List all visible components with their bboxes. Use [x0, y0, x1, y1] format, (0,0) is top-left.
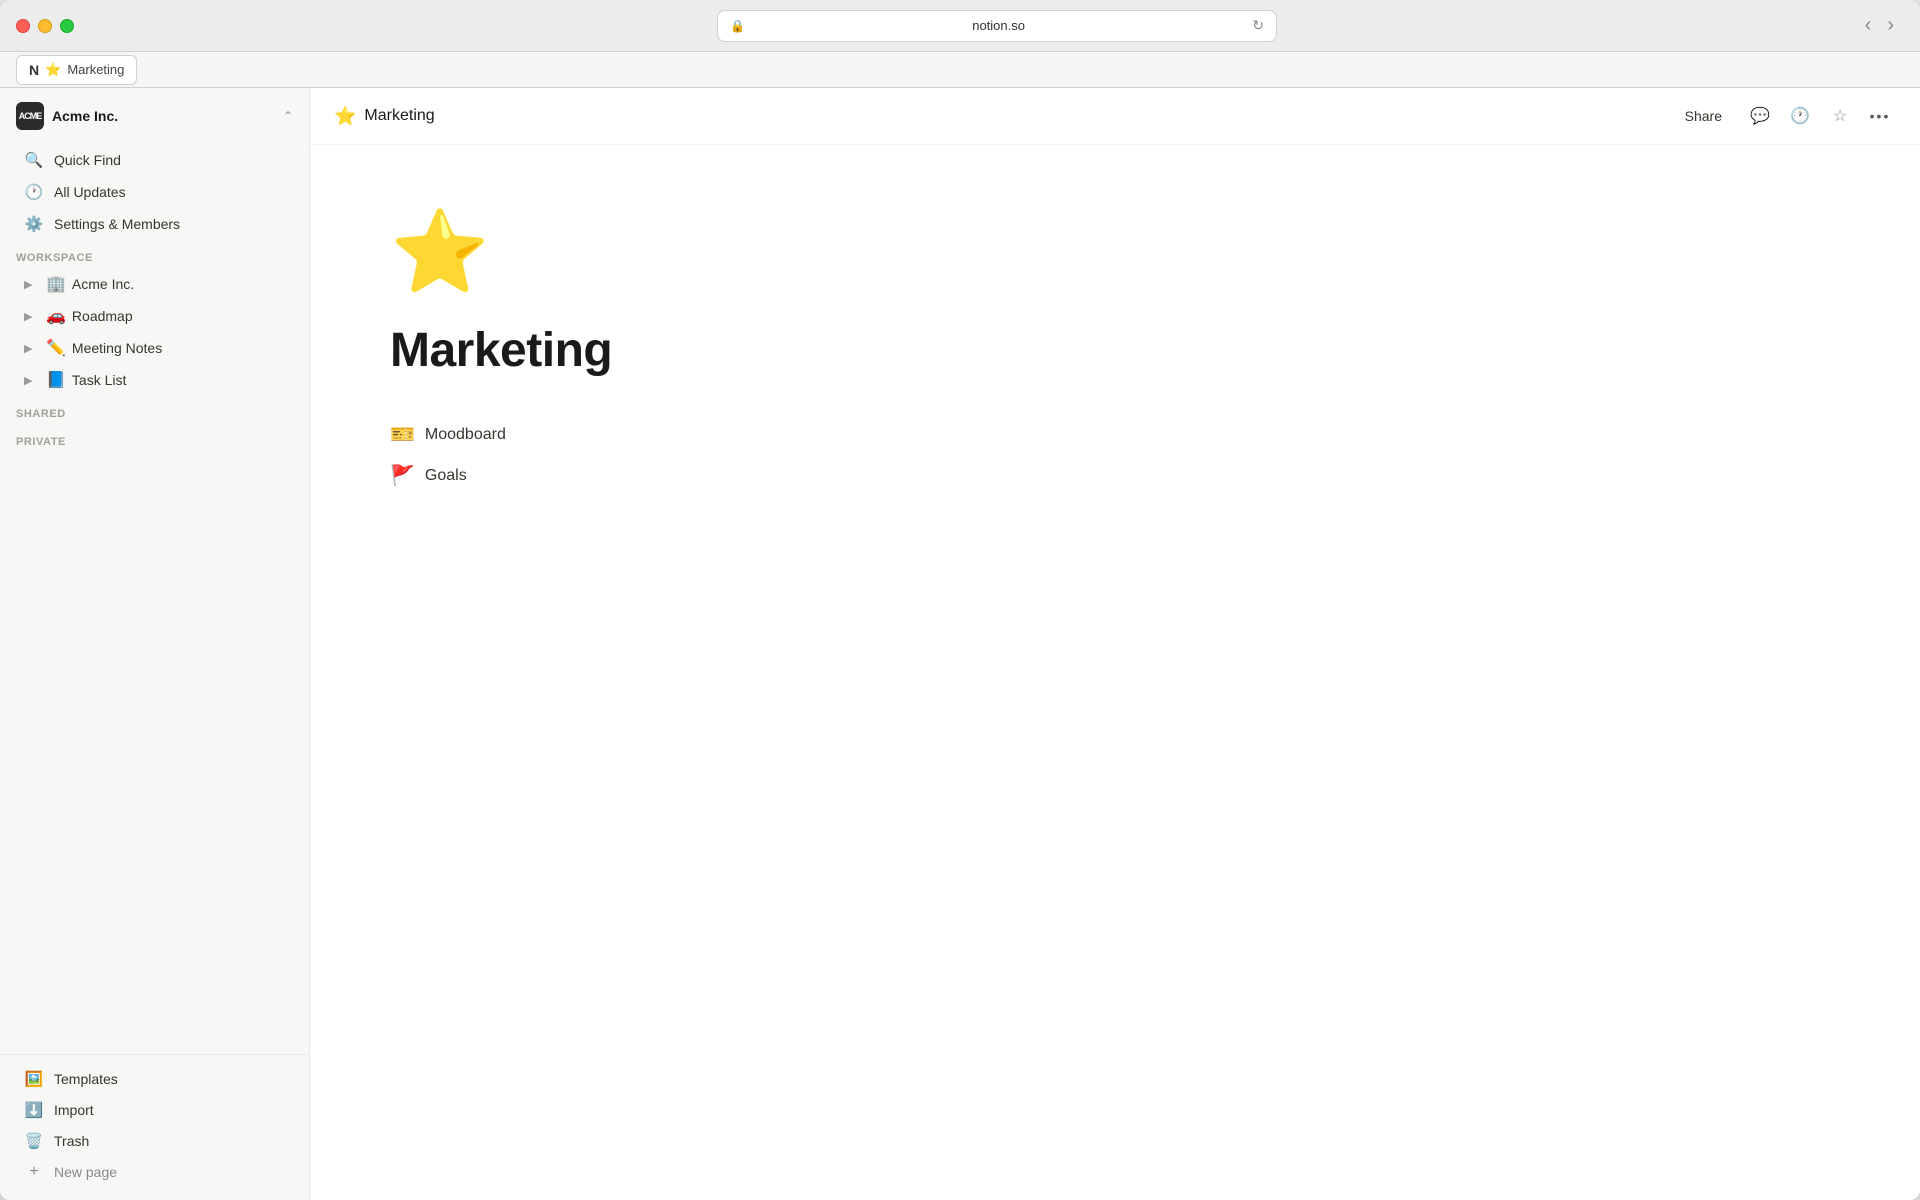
page-icon: ⭐ [390, 205, 1840, 299]
page-heading: Marketing [390, 323, 1840, 378]
comments-button[interactable]: 💬 [1744, 100, 1776, 132]
chevron-right-icon: ▶ [24, 278, 40, 291]
chevron-right-icon: ▶ [24, 342, 40, 355]
reload-button[interactable]: ↻ [1252, 17, 1264, 34]
sidebar-item-settings[interactable]: ⚙️ Settings & Members [8, 209, 301, 239]
sidebar-item-label: Settings & Members [54, 216, 180, 232]
clock-icon: 🕐 [24, 183, 44, 201]
chevron-right-icon: ▶ [24, 310, 40, 323]
page-title-header: ⭐ Marketing [334, 106, 1659, 127]
workspace-header[interactable]: ACME Acme Inc. ⌃ [0, 88, 309, 144]
new-page-button[interactable]: + New page [8, 1157, 301, 1187]
car-icon: 🚗 [46, 306, 66, 326]
notion-icon: N [29, 62, 39, 78]
page-header-title: Marketing [364, 107, 434, 125]
minimize-button[interactable] [38, 19, 52, 33]
private-section-label: PRIVATE [0, 424, 309, 452]
gear-icon: ⚙️ [24, 215, 44, 233]
list-item-title: Moodboard [425, 426, 506, 444]
app-layout: ACME Acme Inc. ⌃ 🔍 Quick Find 🕐 All Upda… [0, 88, 1920, 1200]
back-button[interactable]: ‹ [1859, 12, 1878, 39]
list-item-goals[interactable]: 🚩 Goals [390, 459, 1840, 492]
sidebar-item-templates[interactable]: 🖼️ Templates [8, 1064, 301, 1094]
templates-icon: 🖼️ [24, 1070, 44, 1088]
history-icon: 🕐 [1790, 106, 1810, 126]
tree-item-label: Meeting Notes [72, 340, 162, 356]
sidebar-item-all-updates[interactable]: 🕐 All Updates [8, 177, 301, 207]
sidebar-item-task-list[interactable]: ▶ 📘 Task List [8, 365, 301, 395]
star-icon: ☆ [1833, 106, 1847, 126]
sidebar-item-quick-find[interactable]: 🔍 Quick Find [8, 145, 301, 175]
page-body: ⭐ Marketing 🎫 Moodboard 🚩 Goals [310, 145, 1920, 1200]
sidebar-item-import[interactable]: ⬇️ Import [8, 1095, 301, 1125]
page-star-icon: ⭐ [334, 106, 356, 127]
address-bar[interactable]: 🔒 notion.so ↻ [717, 10, 1277, 42]
workspace-section-label: WORKSPACE [0, 240, 309, 268]
shared-section-label: SHARED [0, 396, 309, 424]
sidebar-item-meeting-notes[interactable]: ▶ ✏️ Meeting Notes [8, 333, 301, 363]
active-tab[interactable]: N ⭐ Marketing [16, 55, 137, 85]
maximize-button[interactable] [60, 19, 74, 33]
acme-icon: 🏢 [46, 274, 66, 294]
url-text: notion.so [751, 18, 1246, 33]
forward-button[interactable]: › [1881, 12, 1900, 39]
sidebar-item-roadmap[interactable]: ▶ 🚗 Roadmap [8, 301, 301, 331]
header-actions: Share 💬 🕐 ☆ ••• [1671, 100, 1896, 132]
list-item-moodboard[interactable]: 🎫 Moodboard [390, 418, 1840, 451]
sidebar: ACME Acme Inc. ⌃ 🔍 Quick Find 🕐 All Upda… [0, 88, 310, 1200]
search-icon: 🔍 [24, 151, 44, 169]
sidebar-item-label: Quick Find [54, 152, 121, 168]
title-bar: 🔒 notion.so ↻ ‹ › [0, 0, 1920, 52]
more-options-button[interactable]: ••• [1864, 100, 1896, 132]
workspace-icon: ACME [16, 102, 44, 130]
lock-icon: 🔒 [730, 19, 745, 33]
tab-bar: N ⭐ Marketing [0, 52, 1920, 88]
sidebar-bottom: 🖼️ Templates ⬇️ Import 🗑️ Trash + New pa… [0, 1054, 309, 1200]
pencil-icon: ✏️ [46, 338, 66, 358]
workspace-name: Acme Inc. [52, 108, 275, 124]
sidebar-item-label: Trash [54, 1133, 89, 1149]
share-button[interactable]: Share [1671, 102, 1736, 130]
ticket-icon: 🎫 [390, 422, 415, 447]
tab-title: Marketing [67, 62, 124, 77]
favorite-button[interactable]: ☆ [1824, 100, 1856, 132]
close-button[interactable] [16, 19, 30, 33]
tree-item-label: Acme Inc. [72, 276, 134, 292]
sidebar-item-trash[interactable]: 🗑️ Trash [8, 1126, 301, 1156]
main-content: ⭐ Marketing Share 💬 🕐 ☆ ••• [310, 88, 1920, 1200]
plus-icon: + [24, 1163, 44, 1181]
new-page-label: New page [54, 1164, 117, 1180]
tree-item-label: Task List [72, 372, 126, 388]
more-icon: ••• [1870, 108, 1891, 124]
flag-icon: 🚩 [390, 463, 415, 488]
chevron-right-icon: ▶ [24, 374, 40, 387]
sidebar-item-label: All Updates [54, 184, 126, 200]
notebook-icon: 📘 [46, 370, 66, 390]
workspace-chevron-icon: ⌃ [283, 109, 293, 123]
sidebar-item-label: Templates [54, 1071, 118, 1087]
page-header: ⭐ Marketing Share 💬 🕐 ☆ ••• [310, 88, 1920, 145]
sidebar-item-label: Import [54, 1102, 94, 1118]
page-list: 🎫 Moodboard 🚩 Goals [390, 418, 1840, 492]
traffic-lights [16, 19, 74, 33]
list-item-title: Goals [425, 467, 467, 485]
tab-star: ⭐ [45, 62, 61, 78]
comment-icon: 💬 [1750, 106, 1770, 126]
sidebar-item-acme-inc[interactable]: ▶ 🏢 Acme Inc. [8, 269, 301, 299]
tree-item-label: Roadmap [72, 308, 133, 324]
history-button[interactable]: 🕐 [1784, 100, 1816, 132]
trash-icon: 🗑️ [24, 1132, 44, 1150]
import-icon: ⬇️ [24, 1101, 44, 1119]
